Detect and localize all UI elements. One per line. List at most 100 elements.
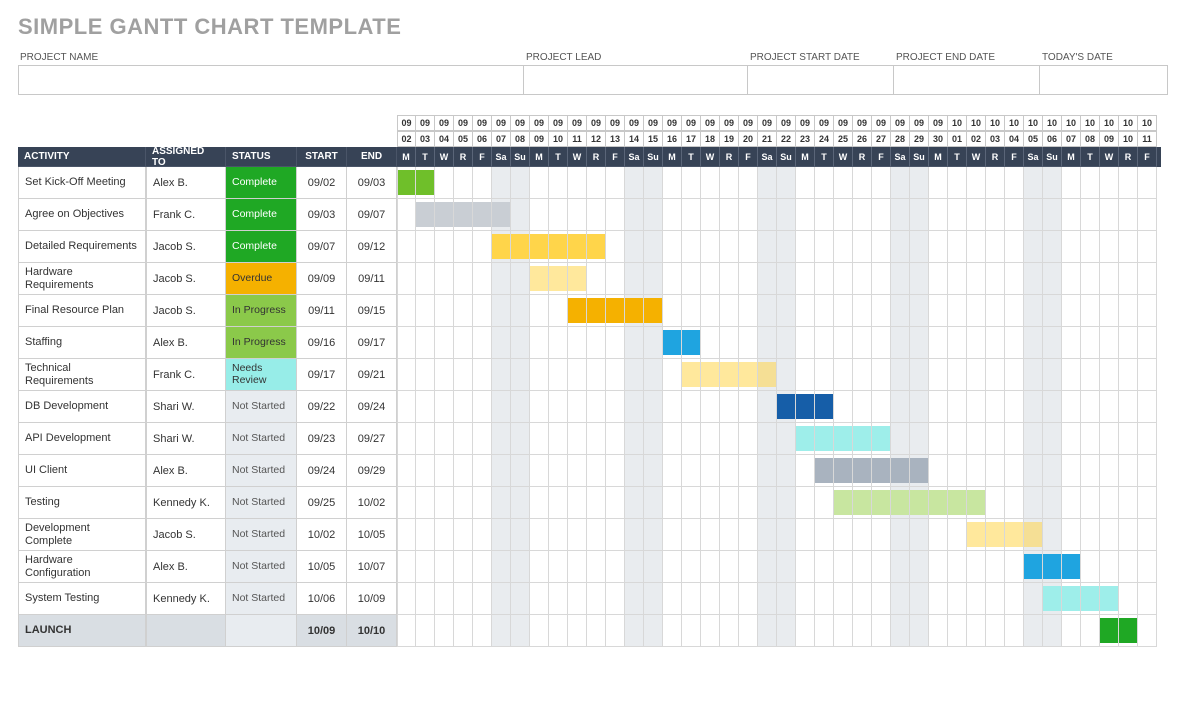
task-row[interactable]: Development CompleteJacob S.Not Started1… (18, 519, 397, 551)
gantt-bar-segment[interactable] (682, 330, 700, 355)
task-status[interactable]: Not Started (226, 519, 297, 551)
task-status[interactable]: Needs Review (226, 359, 297, 391)
gantt-bar-segment[interactable] (644, 298, 662, 323)
task-row[interactable]: Hardware ConfigurationAlex B.Not Started… (18, 551, 397, 583)
gantt-bar-segment[interactable] (891, 458, 909, 483)
task-start: 10/05 (297, 551, 347, 583)
gantt-bar-segment[interactable] (1024, 522, 1042, 547)
task-row[interactable]: Set Kick-Off MeetingAlex B.Complete09/02… (18, 167, 397, 199)
task-status[interactable]: In Progress (226, 295, 297, 327)
gantt-bar-segment[interactable] (587, 298, 605, 323)
gantt-bar-segment[interactable] (549, 266, 567, 291)
task-row[interactable]: Agree on ObjectivesFrank C.Complete09/03… (18, 199, 397, 231)
project-lead-input[interactable] (524, 65, 748, 95)
task-status[interactable]: Not Started (226, 551, 297, 583)
gantt-bar-segment[interactable] (1024, 554, 1042, 579)
gantt-bar-segment[interactable] (398, 170, 415, 195)
gantt-bar-segment[interactable] (910, 490, 928, 515)
gantt-bar-segment[interactable] (834, 490, 852, 515)
gantt-bar-segment[interactable] (492, 234, 510, 259)
task-row[interactable]: UI ClientAlex B.Not Started09/2409/29 (18, 455, 397, 487)
gantt-bar-segment[interactable] (568, 266, 586, 291)
gantt-bar-segment[interactable] (1005, 522, 1023, 547)
gantt-bar-segment[interactable] (872, 458, 890, 483)
today-input[interactable] (1040, 65, 1168, 95)
gantt-bar-segment[interactable] (1043, 586, 1061, 611)
gantt-bar-segment[interactable] (454, 202, 472, 227)
gantt-bar-segment[interactable] (853, 458, 871, 483)
gantt-bar-segment[interactable] (682, 362, 700, 387)
gantt-bar-segment[interactable] (967, 522, 985, 547)
gantt-bar-segment[interactable] (435, 202, 453, 227)
task-status[interactable]: Complete (226, 231, 297, 263)
gantt-bar-segment[interactable] (568, 234, 586, 259)
task-status[interactable]: Not Started (226, 455, 297, 487)
gantt-bar-segment[interactable] (1081, 586, 1099, 611)
gantt-bar-segment[interactable] (1119, 618, 1137, 643)
task-status[interactable]: Not Started (226, 487, 297, 519)
gantt-bar-segment[interactable] (834, 426, 852, 451)
gantt-bar-segment[interactable] (815, 458, 833, 483)
gantt-bar-segment[interactable] (416, 170, 434, 195)
gantt-bar-segment[interactable] (739, 362, 757, 387)
task-status[interactable]: Overdue (226, 263, 297, 295)
gantt-bar-segment[interactable] (1062, 586, 1080, 611)
gantt-bar-segment[interactable] (720, 362, 738, 387)
gantt-bar-segment[interactable] (606, 298, 624, 323)
gantt-bar-segment[interactable] (492, 202, 510, 227)
gantt-bar-segment[interactable] (853, 490, 871, 515)
project-start-input[interactable] (748, 65, 894, 95)
gantt-bar-segment[interactable] (568, 298, 586, 323)
gantt-bar-segment[interactable] (986, 522, 1004, 547)
task-status[interactable]: Complete (226, 167, 297, 199)
gantt-bar-segment[interactable] (473, 202, 491, 227)
gantt-bar-segment[interactable] (1100, 618, 1118, 643)
gantt-bar-segment[interactable] (777, 394, 795, 419)
task-status[interactable]: Not Started (226, 583, 297, 615)
gantt-bar-segment[interactable] (910, 458, 928, 483)
gantt-bar-segment[interactable] (929, 490, 947, 515)
task-status[interactable]: Not Started (226, 391, 297, 423)
gantt-bar-segment[interactable] (549, 234, 567, 259)
gantt-bar-segment[interactable] (663, 330, 681, 355)
gantt-bar-segment[interactable] (1062, 554, 1080, 579)
task-row[interactable]: API DevelopmentShari W.Not Started09/230… (18, 423, 397, 455)
gantt-bar-segment[interactable] (701, 362, 719, 387)
gantt-bar-segment[interactable] (853, 426, 871, 451)
gantt-bar-segment[interactable] (416, 202, 434, 227)
task-status[interactable]: In Progress (226, 327, 297, 359)
gantt-bar-segment[interactable] (530, 234, 548, 259)
task-row[interactable]: LAUNCH10/0910/10 (18, 615, 397, 647)
gantt-bar-segment[interactable] (834, 458, 852, 483)
task-row[interactable]: System TestingKennedy K.Not Started10/06… (18, 583, 397, 615)
gantt-bar-segment[interactable] (815, 426, 833, 451)
gantt-bar-segment[interactable] (796, 426, 814, 451)
project-name-input[interactable] (18, 65, 524, 95)
gantt-bar-segment[interactable] (948, 490, 966, 515)
task-row[interactable]: Hardware RequirementsJacob S.Overdue09/0… (18, 263, 397, 295)
gantt-bar-segment[interactable] (872, 490, 890, 515)
gantt-cell (758, 167, 777, 199)
task-row[interactable]: DB DevelopmentShari W.Not Started09/2209… (18, 391, 397, 423)
gantt-bar-segment[interactable] (891, 490, 909, 515)
task-row[interactable]: StaffingAlex B.In Progress09/1609/17 (18, 327, 397, 359)
gantt-bar-segment[interactable] (511, 234, 529, 259)
gantt-bar-segment[interactable] (872, 426, 890, 451)
task-status[interactable]: Complete (226, 199, 297, 231)
gantt-bar-segment[interactable] (967, 490, 985, 515)
task-status[interactable]: Not Started (226, 423, 297, 455)
gantt-bar-segment[interactable] (1100, 586, 1118, 611)
task-row[interactable]: Detailed RequirementsJacob S.Complete09/… (18, 231, 397, 263)
gantt-bar-segment[interactable] (530, 266, 548, 291)
gantt-bar-segment[interactable] (758, 362, 776, 387)
gantt-bar-segment[interactable] (587, 234, 605, 259)
gantt-bar-segment[interactable] (815, 394, 833, 419)
task-row[interactable]: Final Resource PlanJacob S.In Progress09… (18, 295, 397, 327)
gantt-bar-segment[interactable] (1043, 554, 1061, 579)
task-row[interactable]: TestingKennedy K.Not Started09/2510/02 (18, 487, 397, 519)
task-status[interactable] (226, 615, 297, 647)
gantt-bar-segment[interactable] (625, 298, 643, 323)
project-end-input[interactable] (894, 65, 1040, 95)
gantt-bar-segment[interactable] (796, 394, 814, 419)
task-row[interactable]: Technical RequirementsFrank C.Needs Revi… (18, 359, 397, 391)
